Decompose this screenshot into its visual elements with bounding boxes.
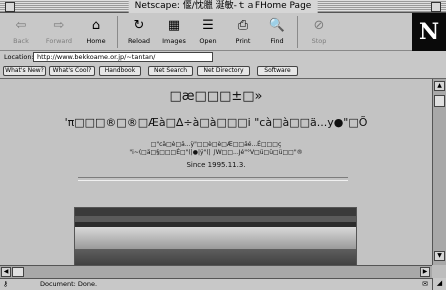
close-box[interactable] <box>5 2 15 12</box>
vertical-scroll-thumb[interactable] <box>434 95 445 107</box>
home-button[interactable]: ⌂ Home <box>79 16 113 48</box>
resize-grip-icon[interactable]: ◢ <box>432 278 446 290</box>
home-icon: ⌂ <box>91 18 101 33</box>
horizontal-rule <box>78 177 348 181</box>
page-subheading: 'π□□□®□®□Æà□∆÷à□à□□□i "cà□à□□ä...y●"□Õ <box>64 116 368 129</box>
forward-button[interactable]: ⇨ Forward <box>42 16 76 48</box>
intro-line-2: "i~(□ä□§□□□É□"(|●|ÿ"(| ∫W□□...Jé"°V□ü□ü□… <box>129 149 303 156</box>
toolbar-separator <box>297 16 298 48</box>
status-bar: ⚷ Document: Done. ✉ <box>0 278 446 290</box>
print-button[interactable]: ⎙ Print <box>226 16 260 48</box>
page-content: □æ□□□±□» 'π□□□®□®□Æà□∆÷à□à□□□i "cà□à□□ä.… <box>0 79 432 265</box>
netscape-key-icon: ⚷ <box>3 280 9 288</box>
title-bar[interactable]: Netscape: 偃/忱臘 涎敏-ｔａFHome Page <box>0 0 446 13</box>
home-label: Home <box>86 37 106 45</box>
reload-button[interactable]: ↻ Reload <box>122 16 156 48</box>
horizontal-scroll-thumb[interactable] <box>12 267 24 277</box>
back-label: Back <box>13 37 29 45</box>
scroll-up-arrow-icon[interactable]: ▲ <box>434 81 445 91</box>
window-title: Netscape: 偃/忱臘 涎敏-ｔａFHome Page <box>128 0 318 13</box>
since-date: Since 1995.11.3. <box>186 161 246 169</box>
images-icon: ▦ <box>167 18 181 33</box>
horizontal-scrollbar[interactable]: ◀ ▶ <box>0 265 432 278</box>
zoom-box[interactable] <box>431 2 441 12</box>
intro-line-1: □"cä□è□ä...ÿ"□□è□è□Æ□□äé...É□□□ç <box>150 141 282 148</box>
stop-label: Stop <box>311 37 327 45</box>
handbook-button[interactable]: Handbook <box>99 66 141 76</box>
netscape-logo[interactable]: N <box>412 13 446 51</box>
find-button[interactable]: 🔍 Find <box>260 16 294 48</box>
print-label: Print <box>235 37 251 45</box>
stop-icon: ⊘ <box>313 18 325 33</box>
url-input[interactable]: http://www.bekkoame.or.jp/~tantan/ <box>33 52 213 62</box>
scroll-left-arrow-icon[interactable]: ◀ <box>1 267 11 277</box>
images-button[interactable]: ▦ Images <box>157 16 191 48</box>
scroll-down-arrow-icon[interactable]: ▼ <box>434 251 445 261</box>
open-icon: ☰ <box>202 18 214 33</box>
stop-button[interactable]: ⊘ Stop <box>302 16 336 48</box>
net-search-button[interactable]: Net Search <box>148 66 193 76</box>
room-photo <box>74 207 357 265</box>
net-directory-button[interactable]: Net Directory <box>197 66 250 76</box>
open-label: Open <box>199 37 217 45</box>
whats-new-button[interactable]: What's New? <box>3 66 46 76</box>
whats-cool-button[interactable]: What's Cool? <box>49 66 95 76</box>
reload-label: Reload <box>127 37 151 45</box>
images-label: Images <box>162 37 186 45</box>
vertical-scrollbar[interactable]: ▲ ▼ <box>432 79 446 265</box>
back-button[interactable]: ⇦ Back <box>4 16 38 48</box>
print-icon: ⎙ <box>237 18 249 33</box>
location-label: Location: <box>4 53 34 61</box>
mail-icon[interactable]: ✉ <box>422 280 428 288</box>
toolbar-separator <box>117 16 118 48</box>
reload-icon: ↻ <box>133 18 145 33</box>
scroll-right-arrow-icon[interactable]: ▶ <box>420 267 430 277</box>
find-icon: 🔍 <box>268 18 286 33</box>
status-text: Document: Done. <box>40 280 98 288</box>
back-arrow-icon: ⇦ <box>15 18 27 33</box>
page-heading: □æ□□□±□» <box>169 89 263 104</box>
software-button[interactable]: Software <box>257 66 298 76</box>
directory-buttons-bar: What's New? What's Cool? Handbook Net Se… <box>0 64 446 79</box>
forward-arrow-icon: ⇨ <box>53 18 65 33</box>
forward-label: Forward <box>45 37 73 45</box>
toolbar: ⇦ Back ⇨ Forward ⌂ Home ↻ Reload ▦ Image… <box>0 13 412 51</box>
open-button[interactable]: ☰ Open <box>191 16 225 48</box>
location-bar: Location: http://www.bekkoame.or.jp/~tan… <box>0 51 446 64</box>
find-label: Find <box>270 37 284 45</box>
